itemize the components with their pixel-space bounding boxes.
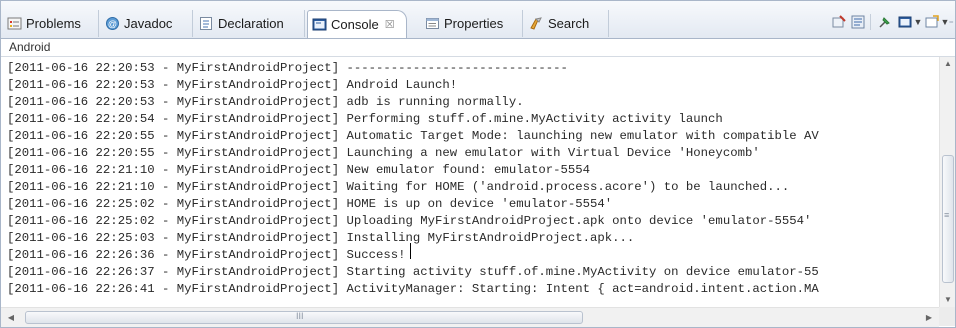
line-message: Success! <box>346 248 406 262</box>
vertical-scroll-thumb[interactable]: ≡ <box>942 155 954 283</box>
grip-icon: ≡ <box>944 210 950 220</box>
display-selected-console-icon[interactable] <box>896 13 913 30</box>
line-message: Android Launch! <box>346 78 458 92</box>
pin-console-icon[interactable] <box>876 13 893 30</box>
chevron-down-icon[interactable]: ▼ <box>913 13 923 30</box>
view-tab-bar: Problems @ Javadoc Declaration Console ☒… <box>1 1 955 39</box>
console-line: [2011-06-16 22:21:10 - MyFirstAndroidPro… <box>7 161 590 179</box>
line-message: Uploading MyFirstAndroidProject.apk onto… <box>346 214 812 228</box>
tab-label: Problems <box>26 16 81 31</box>
line-prefix: [2011-06-16 22:25:03 - MyFirstAndroidPro… <box>7 231 340 245</box>
tab-search[interactable]: Search <box>525 10 609 37</box>
line-message: New emulator found: emulator-5554 <box>346 163 590 177</box>
line-message: ActivityManager: Starting: Intent { act=… <box>346 282 819 296</box>
tab-declaration[interactable]: Declaration <box>195 10 305 37</box>
tab-problems[interactable]: Problems <box>3 10 99 37</box>
scroll-lock-icon[interactable] <box>849 13 866 30</box>
tab-label: Declaration <box>218 16 284 31</box>
console-view: Problems @ Javadoc Declaration Console ☒… <box>0 0 956 328</box>
horizontal-scroll-thumb[interactable]: III <box>25 311 583 324</box>
line-message: Launching a new emulator with Virtual De… <box>346 146 760 160</box>
console-line: [2011-06-16 22:25:03 - MyFirstAndroidPro… <box>7 229 634 247</box>
declaration-icon <box>200 17 212 30</box>
line-prefix: [2011-06-16 22:21:10 - MyFirstAndroidPro… <box>7 180 340 194</box>
console-line: [2011-06-16 22:20:54 - MyFirstAndroidPro… <box>7 110 723 128</box>
line-prefix: [2011-06-16 22:20:53 - MyFirstAndroidPro… <box>7 78 340 92</box>
close-icon[interactable]: ☒ <box>385 18 395 31</box>
console-line: [2011-06-16 22:20:55 - MyFirstAndroidPro… <box>7 144 760 162</box>
console-output[interactable]: [2011-06-16 22:20:53 - MyFirstAndroidPro… <box>1 57 939 307</box>
scroll-left-arrow-icon[interactable]: ◀ <box>3 308 19 327</box>
problems-icon <box>7 17 22 30</box>
horizontal-scrollbar[interactable]: ◀ III ▶ <box>1 307 939 327</box>
console-line: [2011-06-16 22:20:55 - MyFirstAndroidPro… <box>7 127 819 145</box>
console-title-bar: Android <box>1 39 955 57</box>
line-prefix: [2011-06-16 22:26:36 - MyFirstAndroidPro… <box>7 248 340 262</box>
line-prefix: [2011-06-16 22:20:53 - MyFirstAndroidPro… <box>7 61 340 75</box>
line-message: Waiting for HOME ('android.process.acore… <box>346 180 790 194</box>
console-line: [2011-06-16 22:20:53 - MyFirstAndroidPro… <box>7 93 524 111</box>
scroll-down-arrow-icon[interactable]: ▼ <box>940 293 955 307</box>
console-line: [2011-06-16 22:25:02 - MyFirstAndroidPro… <box>7 212 811 230</box>
properties-icon <box>426 18 439 29</box>
minimize-icon[interactable] <box>949 13 955 30</box>
tab-properties[interactable]: Properties <box>421 10 523 37</box>
line-message: adb is running normally. <box>346 95 524 109</box>
line-prefix: [2011-06-16 22:26:37 - MyFirstAndroidPro… <box>7 265 340 279</box>
console-line: [2011-06-16 22:26:36 - MyFirstAndroidPro… <box>7 246 406 264</box>
tab-label: Properties <box>444 16 504 31</box>
svg-text:@: @ <box>108 19 117 29</box>
open-console-icon[interactable] <box>923 13 940 30</box>
toolbar-separator <box>870 14 871 30</box>
scroll-up-arrow-icon[interactable]: ▲ <box>940 57 955 71</box>
line-prefix: [2011-06-16 22:21:10 - MyFirstAndroidPro… <box>7 163 340 177</box>
vertical-scrollbar[interactable]: ▲ ≡ ▼ <box>939 57 955 307</box>
tab-console[interactable]: Console ☒ <box>307 10 407 38</box>
line-message: Automatic Target Mode: launching new emu… <box>346 129 819 143</box>
line-message: Installing MyFirstAndroidProject.apk... <box>346 231 635 245</box>
clear-console-icon[interactable] <box>830 13 847 30</box>
line-prefix: [2011-06-16 22:20:55 - MyFirstAndroidPro… <box>7 146 340 160</box>
line-message: Performing stuff.of.mine.MyActivity acti… <box>346 112 723 126</box>
console-line: [2011-06-16 22:20:53 - MyFirstAndroidPro… <box>7 59 568 77</box>
line-message: HOME is up on device 'emulator-5554' <box>346 197 613 211</box>
text-cursor <box>410 243 411 259</box>
tab-javadoc[interactable]: @ Javadoc <box>101 10 193 37</box>
tab-label: Javadoc <box>124 16 173 31</box>
tab-label: Search <box>548 16 590 31</box>
line-prefix: [2011-06-16 22:25:02 - MyFirstAndroidPro… <box>7 214 340 228</box>
line-message: Starting activity stuff.of.mine.MyActivi… <box>346 265 819 279</box>
console-line: [2011-06-16 22:25:02 - MyFirstAndroidPro… <box>7 195 612 213</box>
scrollbar-corner <box>939 307 955 326</box>
console-line: [2011-06-16 22:21:10 - MyFirstAndroidPro… <box>7 178 789 196</box>
line-prefix: [2011-06-16 22:20:54 - MyFirstAndroidPro… <box>7 112 340 126</box>
line-prefix: [2011-06-16 22:20:53 - MyFirstAndroidPro… <box>7 95 340 109</box>
grip-icon: III <box>296 311 304 321</box>
line-prefix: [2011-06-16 22:26:41 - MyFirstAndroidPro… <box>7 282 340 296</box>
line-message: ------------------------------ <box>346 61 568 75</box>
console-line: [2011-06-16 22:26:41 - MyFirstAndroidPro… <box>7 280 819 298</box>
console-icon <box>312 18 327 31</box>
console-title: Android <box>9 40 51 54</box>
javadoc-icon: @ <box>106 17 119 30</box>
tab-label: Console <box>331 17 379 32</box>
search-icon <box>530 17 542 30</box>
scroll-right-arrow-icon[interactable]: ▶ <box>921 308 937 327</box>
console-line: [2011-06-16 22:26:37 - MyFirstAndroidPro… <box>7 263 819 281</box>
console-line: [2011-06-16 22:20:53 - MyFirstAndroidPro… <box>7 76 457 94</box>
line-prefix: [2011-06-16 22:25:02 - MyFirstAndroidPro… <box>7 197 340 211</box>
line-prefix: [2011-06-16 22:20:55 - MyFirstAndroidPro… <box>7 129 340 143</box>
